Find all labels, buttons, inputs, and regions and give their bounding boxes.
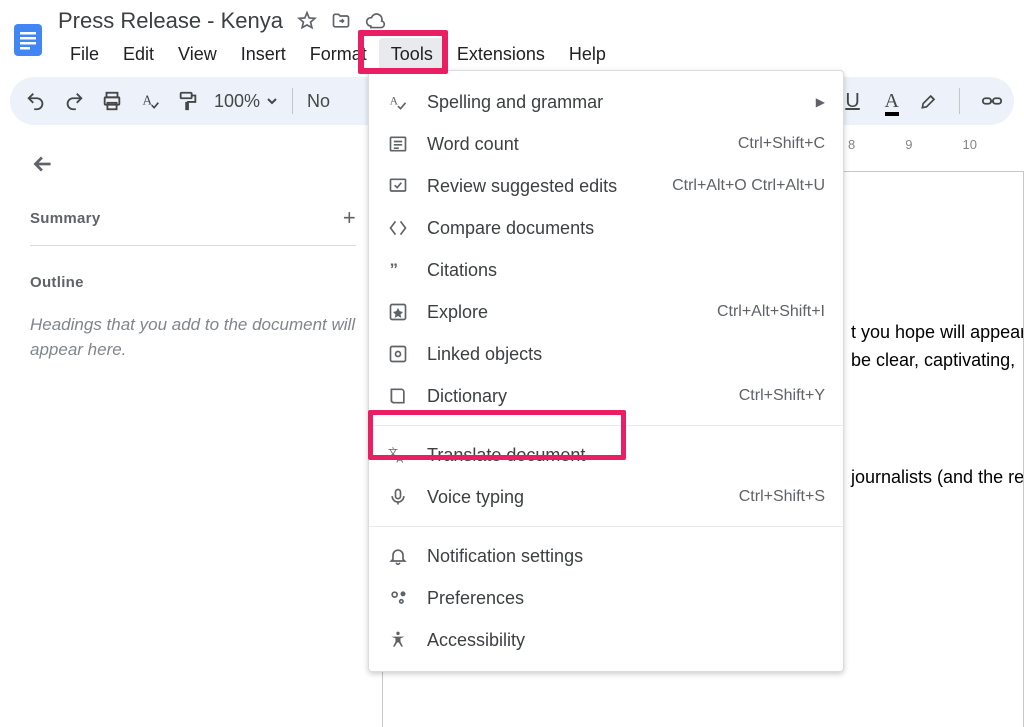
menu-format[interactable]: Format [298,38,379,71]
tools-menu-spell[interactable]: A Spelling and grammar ▶ [369,81,843,123]
tools-menu-dropdown: A Spelling and grammar ▶ Word count Ctrl+Shi… [368,70,844,672]
tools-menu-a11y[interactable]: Accessibility [369,619,843,661]
highlight-color-button[interactable] [919,91,939,111]
cloud-status-icon[interactable] [365,11,385,31]
menu-item-label: Review suggested edits [427,176,617,197]
document-title[interactable]: Press Release - Kenya [58,8,283,34]
menu-item-label: Accessibility [427,630,525,651]
menubar: File Edit View Insert Format Tools Exten… [58,38,618,71]
tools-menu-linked[interactable]: Linked objects [369,333,843,375]
menu-shortcut: Ctrl+Alt+O Ctrl+Alt+U [672,177,825,195]
add-summary-button[interactable]: + [343,205,356,231]
count-icon [387,133,409,155]
move-to-folder-icon[interactable] [331,11,351,31]
spellcheck-button[interactable]: A [138,89,162,113]
tools-menu-translate[interactable]: 文A Translate document [369,434,843,476]
voice-icon [387,486,409,508]
titlebar: Press Release - Kenya File Edit View Ins… [0,0,1024,71]
dict-icon [387,385,409,407]
menu-shortcut: Ctrl+Alt+Shift+I [717,303,825,321]
ruler-tick: 9 [905,137,912,152]
outline-empty-hint: Headings that you add to the document wi… [30,313,356,362]
summary-label: Summary [30,210,100,227]
menu-item-label: Linked objects [427,344,542,365]
star-icon[interactable] [297,11,317,31]
tools-menu-compare[interactable]: Compare documents [369,207,843,249]
undo-button[interactable] [24,89,48,113]
bell-icon [387,545,409,567]
document-text[interactable]: t you hope will appear [851,322,1024,343]
ruler-tick: 10 [962,137,976,152]
svg-text:”: ” [390,260,398,279]
svg-text:A: A [390,95,399,108]
menu-view[interactable]: View [166,38,229,71]
tools-menu-prefs[interactable]: Preferences [369,577,843,619]
menu-item-label: Preferences [427,588,524,609]
separator [30,245,356,246]
style-select[interactable]: No [307,91,330,112]
zoom-select[interactable]: 100% [214,91,278,112]
paint-format-button[interactable] [176,89,200,113]
docs-logo-icon[interactable] [10,16,46,64]
document-text[interactable]: be clear, captivating, [851,350,1015,371]
menu-file[interactable]: File [58,38,111,71]
menu-separator [369,425,843,426]
tools-menu-explore[interactable]: Explore Ctrl+Alt+Shift+I [369,291,843,333]
a11y-icon [387,629,409,651]
insert-link-button[interactable] [980,89,1004,113]
svg-text:A: A [143,92,153,107]
submenu-arrow-icon: ▶ [816,95,825,109]
outline-sidebar: Summary + Outline Headings that you add … [0,131,380,727]
prefs-icon [387,587,409,609]
translate-icon: 文A [387,444,409,466]
menu-item-label: Spelling and grammar [427,92,603,113]
menu-shortcut: Ctrl+Shift+S [739,488,825,506]
document-text[interactable]: journalists (and the re [851,467,1024,488]
menu-extensions[interactable]: Extensions [445,38,557,71]
underline-button[interactable]: U [841,89,865,113]
menu-item-label: Translate document [427,445,585,466]
menu-item-label: Notification settings [427,546,583,567]
linked-icon [387,343,409,365]
menu-separator [369,526,843,527]
menu-tools[interactable]: Tools [379,38,445,71]
menu-item-label: Voice typing [427,487,524,508]
collapse-outline-button[interactable] [30,151,356,177]
ruler-tick: 8 [848,137,855,152]
tools-menu-count[interactable]: Word count Ctrl+Shift+C [369,123,843,165]
tools-menu-bell[interactable]: Notification settings [369,535,843,577]
text-color-button[interactable]: A [885,90,899,113]
menu-insert[interactable]: Insert [229,38,298,71]
cite-icon: ” [387,259,409,281]
menu-edit[interactable]: Edit [111,38,166,71]
spell-icon: A [387,91,409,113]
menu-item-label: Word count [427,134,519,155]
menu-item-label: Citations [427,260,497,281]
separator [959,88,960,114]
tools-menu-dict[interactable]: Dictionary Ctrl+Shift+Y [369,375,843,417]
separator [292,88,293,114]
menu-item-label: Compare documents [427,218,594,239]
tools-menu-review[interactable]: Review suggested edits Ctrl+Alt+O Ctrl+Al… [369,165,843,207]
svg-text:A: A [396,455,403,466]
tools-menu-voice[interactable]: Voice typing Ctrl+Shift+S [369,476,843,518]
menu-shortcut: Ctrl+Shift+Y [739,387,825,405]
menu-help[interactable]: Help [557,38,618,71]
explore-icon [387,301,409,323]
tools-menu-cite[interactable]: ” Citations [369,249,843,291]
outline-label: Outline [30,274,356,291]
review-icon [387,175,409,197]
menu-item-label: Explore [427,302,488,323]
compare-icon [387,217,409,239]
print-button[interactable] [100,89,124,113]
menu-shortcut: Ctrl+Shift+C [738,135,825,153]
menu-item-label: Dictionary [427,386,507,407]
redo-button[interactable] [62,89,86,113]
